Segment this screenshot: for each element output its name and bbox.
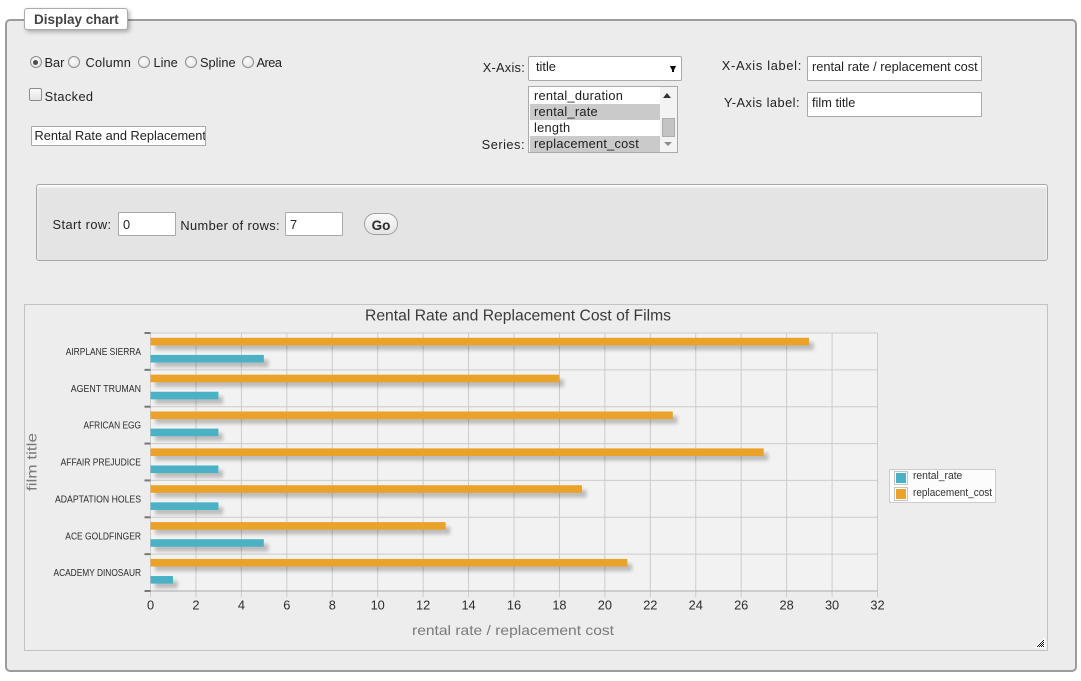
svg-text:ACE GOLDFINGER: ACE GOLDFINGER (65, 531, 141, 542)
svg-text:12: 12 (416, 598, 430, 613)
svg-text:24: 24 (689, 598, 703, 613)
svg-text:22: 22 (643, 598, 657, 613)
svg-text:28: 28 (780, 598, 794, 613)
svg-text:10: 10 (371, 598, 385, 613)
svg-text:8: 8 (329, 598, 336, 613)
svg-text:AFFAIR PREJUDICE: AFFAIR PREJUDICE (61, 458, 141, 469)
svg-text:AFRICAN EGG: AFRICAN EGG (84, 421, 142, 432)
svg-text:0: 0 (147, 598, 154, 613)
svg-text:Rental Rate and Replacement Co: Rental Rate and Replacement Cost of Film… (365, 307, 671, 324)
svg-text:30: 30 (825, 598, 839, 613)
svg-text:2: 2 (192, 598, 199, 613)
svg-text:rental rate / replacement cost: rental rate / replacement cost (412, 622, 614, 638)
svg-text:AGENT TRUMAN: AGENT TRUMAN (71, 384, 141, 395)
svg-text:film title: film title (25, 433, 40, 491)
svg-text:26: 26 (734, 598, 748, 613)
svg-text:AIRPLANE SIERRA: AIRPLANE SIERRA (66, 347, 141, 358)
svg-text:4: 4 (238, 598, 245, 613)
svg-text:rental_rate: rental_rate (913, 470, 962, 482)
svg-text:18: 18 (552, 598, 566, 613)
svg-text:ACADEMY DINOSAUR: ACADEMY DINOSAUR (54, 568, 142, 579)
svg-text:replacement_cost: replacement_cost (913, 487, 992, 499)
svg-text:ADAPTATION HOLES: ADAPTATION HOLES (55, 494, 141, 505)
svg-text:6: 6 (283, 598, 290, 613)
svg-text:20: 20 (598, 598, 612, 613)
svg-text:32: 32 (870, 598, 884, 613)
svg-text:16: 16 (507, 598, 521, 613)
svg-text:14: 14 (461, 598, 475, 613)
